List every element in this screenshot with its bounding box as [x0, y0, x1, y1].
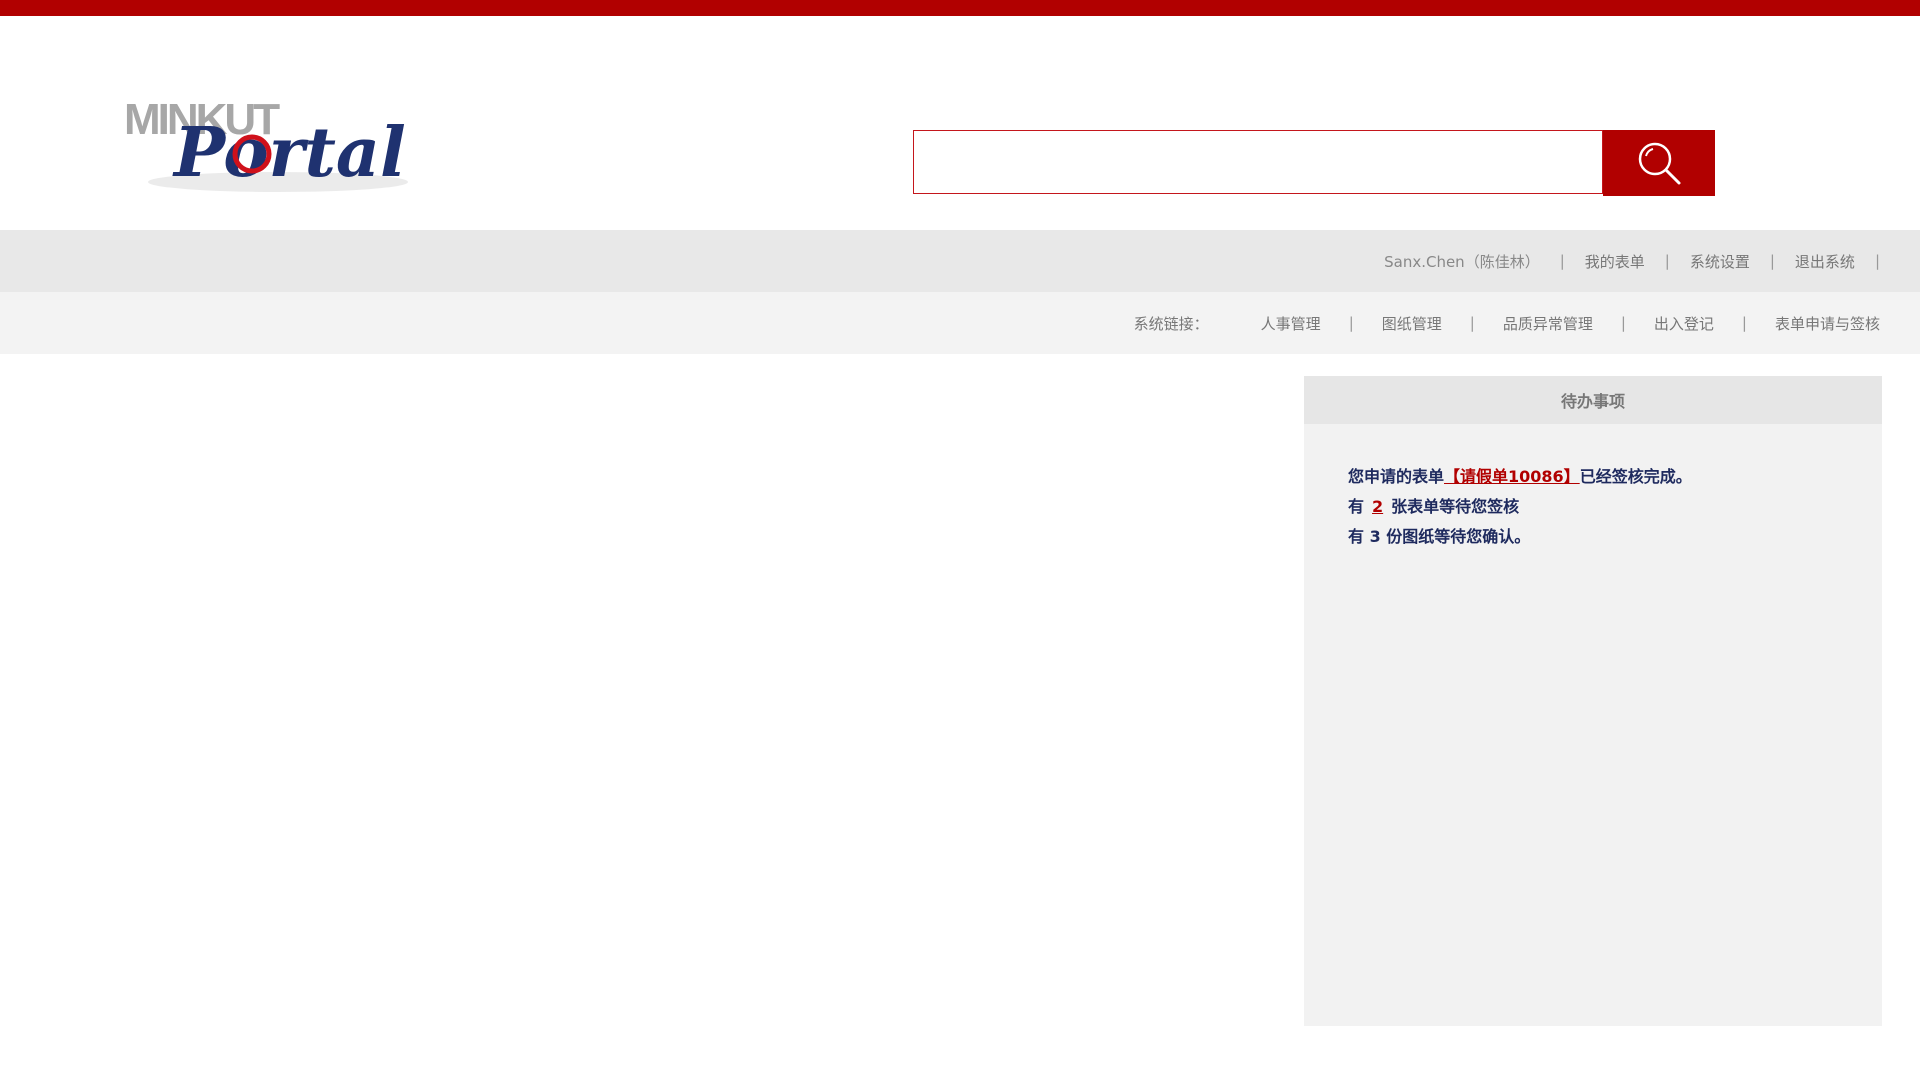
- todo-item: 您申请的表单【请假单10086】已经签核完成。: [1348, 462, 1838, 492]
- todo-text: 您申请的表单: [1348, 467, 1445, 486]
- system-links-row: 系统链接： 人事管理 | 图纸管理 | 品质异常管理 | 出入登记 | 表单申请…: [1134, 292, 1880, 354]
- logout-link[interactable]: 退出系统: [1795, 251, 1855, 272]
- separator: |: [1469, 314, 1475, 332]
- link-quality-exception[interactable]: 品质异常管理: [1503, 313, 1593, 334]
- leave-form-link[interactable]: 【请假单10086】: [1444, 467, 1580, 486]
- user-bar: Sanx.Chen（陈佳林） | 我的表单 | 系统设置 | 退出系统 |: [0, 230, 1920, 292]
- user-bar-row: Sanx.Chen（陈佳林） | 我的表单 | 系统设置 | 退出系统 |: [1384, 230, 1880, 292]
- separator: |: [1559, 252, 1565, 270]
- separator: |: [1741, 314, 1747, 332]
- search-input[interactable]: [913, 130, 1603, 194]
- portal-logo-graphic: MINKUT Portal: [124, 95, 408, 193]
- logo-brand-main: Portal: [172, 113, 406, 193]
- my-forms-link[interactable]: 我的表单: [1585, 251, 1645, 272]
- link-drawing-management[interactable]: 图纸管理: [1382, 313, 1442, 334]
- search-icon: [1638, 142, 1681, 185]
- separator: |: [1769, 252, 1775, 270]
- todo-panel-title: 待办事项: [1304, 376, 1882, 424]
- current-user: Sanx.Chen（陈佳林）: [1384, 252, 1540, 271]
- system-links-label: 系统链接：: [1133, 314, 1209, 333]
- separator: |: [1620, 314, 1626, 332]
- todo-text: 有 3 份图纸等待您确认。: [1348, 527, 1531, 546]
- todo-text: 已经签核完成。: [1579, 467, 1692, 486]
- portal-logo[interactable]: MINKUT Portal: [118, 92, 438, 202]
- todo-item: 有 2 张表单等待您签核: [1348, 492, 1838, 522]
- separator: |: [1664, 252, 1670, 270]
- separator: |: [1348, 314, 1354, 332]
- search-button[interactable]: [1603, 130, 1715, 196]
- top-accent-bar: [0, 0, 1920, 16]
- todo-panel-body: 您申请的表单【请假单10086】已经签核完成。 有 2 张表单等待您签核 有 3 份…: [1304, 424, 1882, 590]
- pending-forms-count-link[interactable]: 2: [1368, 497, 1387, 516]
- link-hr-management[interactable]: 人事管理: [1261, 313, 1321, 334]
- settings-link[interactable]: 系统设置: [1690, 251, 1750, 272]
- link-entry-registration[interactable]: 出入登记: [1654, 313, 1714, 334]
- separator: |: [1874, 252, 1880, 270]
- todo-item: 有 3 份图纸等待您确认。: [1348, 522, 1838, 552]
- todo-panel: 待办事项 您申请的表单【请假单10086】已经签核完成。 有 2 张表单等待您签核 …: [1304, 376, 1882, 1026]
- system-links-bar: 系统链接： 人事管理 | 图纸管理 | 品质异常管理 | 出入登记 | 表单申请…: [0, 292, 1920, 354]
- todo-text: 张表单等待您签核: [1391, 497, 1520, 516]
- todo-text: 有: [1348, 497, 1365, 516]
- link-form-application[interactable]: 表单申请与签核: [1775, 313, 1880, 334]
